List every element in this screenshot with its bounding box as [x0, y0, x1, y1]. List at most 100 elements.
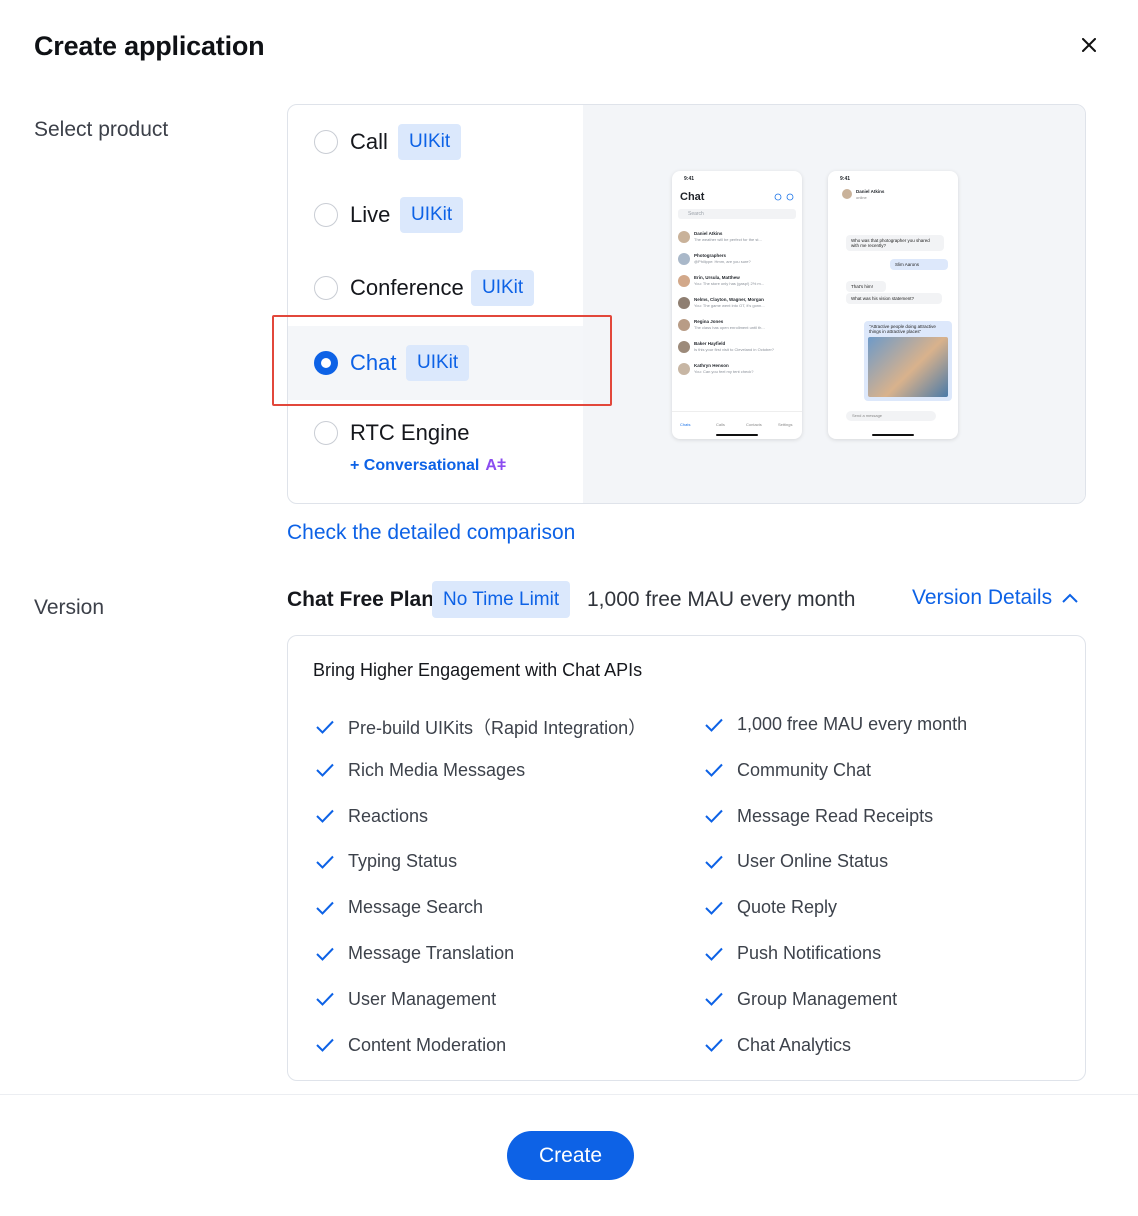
phone-search: Search	[678, 209, 796, 219]
list-item: Regina Jones The class has open enrollmen…	[678, 317, 798, 335]
check-icon	[705, 809, 723, 824]
feature-label: Chat Analytics	[737, 1034, 852, 1055]
product-name-live: Live	[350, 202, 391, 227]
feature-label: Reactions	[348, 805, 429, 826]
chat-preview: The weather will be perfect for the st..…	[694, 237, 762, 242]
radio-rtc-engine[interactable]	[314, 421, 338, 445]
feature-label: Content Moderation	[348, 1034, 507, 1055]
feature-item: 1,000 free MAU every month	[705, 714, 967, 735]
chat-name: Baker Hayfield	[694, 341, 726, 346]
image-message: "Attractive people doing attractive thin…	[864, 321, 952, 401]
phone-time: 9:41	[840, 176, 851, 182]
list-item: Kathryn Henson You: Can you feel my tent …	[678, 361, 798, 379]
tab-calls: Calls	[716, 422, 725, 427]
ai-icon: Aǂ	[485, 457, 507, 474]
check-icon	[316, 720, 334, 734]
plan-name: Chat Free Plan	[287, 588, 435, 611]
create-button[interactable]: Create	[507, 1131, 634, 1180]
avatar	[678, 275, 690, 287]
uikit-badge: UIKit	[471, 270, 535, 306]
check-icon	[316, 809, 334, 824]
phone-time: 9:41	[684, 176, 695, 182]
radio-conference[interactable]	[314, 276, 338, 300]
product-list: Call UIKit Live UIKit Conference UIKit C…	[288, 105, 583, 503]
feature-item: Group Management	[705, 989, 897, 1010]
avatar	[842, 189, 852, 199]
avatar	[678, 253, 690, 265]
feature-label: Message Read Receipts	[737, 805, 934, 826]
list-item: Nelms, Clayton, Wagner, Morgan You: The g…	[678, 295, 798, 313]
radio-chat[interactable]	[314, 351, 338, 375]
check-icon	[316, 947, 334, 961]
feature-label: User Management	[348, 988, 497, 1009]
version-details-toggle[interactable]: Version Details	[912, 586, 1078, 610]
product-name-conference: Conference	[350, 275, 464, 300]
close-icon[interactable]	[1078, 34, 1100, 56]
chat-name: Erin, Ursula, Matthew	[694, 275, 740, 280]
check-icon	[705, 993, 723, 1007]
chat-preview: You: The store only has (gasp!) 2% m...	[694, 281, 765, 286]
home-indicator	[716, 434, 758, 436]
radio-live[interactable]	[314, 203, 338, 227]
feature-label: Message Search	[348, 897, 484, 918]
feature-label: Rich Media Messages	[348, 759, 526, 780]
avatar	[678, 341, 690, 353]
radio-call[interactable]	[314, 130, 338, 154]
message-bubble: Slim Aarons	[890, 259, 948, 270]
feature-item: Typing Status	[316, 851, 457, 872]
conversational-label: + Conversational	[350, 457, 480, 474]
feature-label: Push Notifications	[737, 943, 882, 963]
contact-name: Daniel Atkins	[856, 189, 885, 194]
version-label: Version	[34, 596, 105, 619]
feature-item: Rich Media Messages	[316, 760, 525, 781]
list-item: Baker Hayfield Is this your first visit t…	[678, 339, 798, 357]
avatar	[678, 319, 690, 331]
check-icon	[705, 718, 723, 732]
features-panel: Bring Higher Engagement with Chat APIs P…	[287, 635, 1086, 1081]
conversation-phone-mockup: 9:41 Daniel Atkins online Who was that p…	[828, 171, 958, 439]
phone-chat-title: Chat	[680, 191, 705, 203]
product-option-chat[interactable]: Chat UIKit	[288, 326, 583, 400]
check-icon	[705, 764, 723, 778]
product-name-rtc-engine: RTC Engine	[350, 420, 470, 445]
phone-tab-bar: Chats Calls Contacts Settings	[672, 411, 802, 439]
product-option-call[interactable]: Call UIKit	[288, 107, 583, 177]
chat-name: Daniel Atkins	[694, 231, 723, 236]
chevron-up-icon	[1062, 593, 1078, 603]
product-option-conference[interactable]: Conference UIKit	[288, 253, 583, 323]
list-item: Erin, Ursula, Matthew You: The store only…	[678, 273, 798, 291]
photo-thumbnail	[868, 337, 948, 397]
product-name-chat: Chat	[350, 350, 397, 375]
feature-label: User Online Status	[737, 851, 889, 872]
feature-label: 1,000 free MAU every month	[737, 714, 968, 734]
feature-item: Content Moderation	[316, 1035, 506, 1056]
chat-list-phone-mockup: 9:41 Chat Search Daniel Atkins The weathe…	[672, 171, 802, 439]
check-icon	[705, 855, 723, 869]
chat-preview: @Philippe: Hmm, are you sure?	[694, 259, 751, 264]
detailed-comparison-link[interactable]: Check the detailed comparison	[287, 521, 575, 545]
check-icon	[705, 1038, 723, 1053]
avatar	[678, 231, 690, 243]
feature-item: Community Chat	[705, 760, 871, 781]
image-caption: "Attractive people doing attractive thin…	[869, 324, 936, 334]
no-time-limit-badge: No Time Limit	[432, 581, 571, 618]
chat-preview: Is this your first visit to Cleveland in…	[694, 347, 775, 352]
product-option-live[interactable]: Live UIKit	[288, 180, 583, 250]
chat-name: Nelms, Clayton, Wagner, Morgan	[694, 297, 764, 302]
feature-item: User Online Status	[705, 851, 888, 872]
select-product-label: Select product	[34, 118, 169, 141]
feature-item: Reactions	[316, 806, 428, 827]
version-details-label: Version Details	[912, 586, 1053, 609]
plan-summary: 1,000 free MAU every month	[587, 588, 856, 611]
message-input: Send a message	[846, 411, 936, 421]
message-bubble: That's him!	[846, 281, 886, 292]
chat-name: Regina Jones	[694, 319, 724, 324]
feature-label: Quote Reply	[737, 897, 838, 918]
feature-item: Message Translation	[316, 943, 514, 964]
feature-label: Message Translation	[348, 943, 515, 963]
home-indicator	[872, 434, 914, 436]
uikit-badge: UIKit	[398, 124, 462, 160]
feature-item: Message Read Receipts	[705, 806, 933, 827]
product-selector: Call UIKit Live UIKit Conference UIKit C…	[287, 104, 1086, 504]
conversational-ai-link[interactable]: + Conversational Aǂ	[350, 457, 506, 475]
